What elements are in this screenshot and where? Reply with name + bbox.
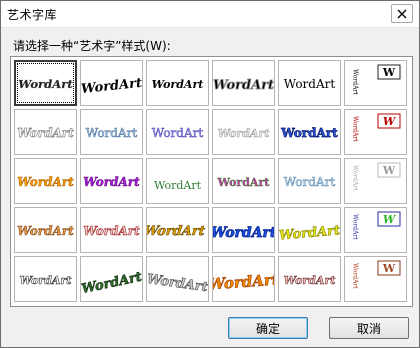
wordart-sample-text: WordArt bbox=[218, 127, 270, 140]
vertical-wordart-letter: W bbox=[383, 115, 397, 128]
wordart-style-6[interactable]: W WordArt bbox=[344, 60, 407, 106]
style-prompt-label: 请选择一种“艺术字”样式(W): bbox=[13, 39, 171, 53]
wordart-style-7[interactable]: WordArt bbox=[14, 109, 77, 155]
wordart-style-22[interactable]: WordArt bbox=[212, 207, 275, 253]
close-icon bbox=[397, 9, 407, 18]
wordart-sample-text: WordArt bbox=[147, 224, 206, 239]
wordart-style-2[interactable]: WordArt bbox=[80, 60, 143, 106]
wordart-style-15[interactable]: WordArt bbox=[146, 158, 209, 204]
wordart-sample-text: WordArt bbox=[352, 165, 359, 191]
wordart-sample-text: WordArt bbox=[352, 214, 359, 240]
window-title: 艺术字库 bbox=[7, 8, 58, 22]
vertical-wordart-letter: W bbox=[382, 164, 396, 177]
wordart-sample-text: WordArt bbox=[81, 270, 142, 297]
wordart-sample-text: WordArt bbox=[284, 77, 336, 91]
wordart-style-20[interactable]: WordArt bbox=[80, 207, 143, 253]
wordart-sample-text: WordArt bbox=[217, 176, 271, 189]
wordart-style-12[interactable]: W WordArt bbox=[344, 109, 407, 155]
wordart-sample-text: WordArt bbox=[83, 175, 140, 189]
wordart-style-14[interactable]: WordArt bbox=[80, 158, 143, 204]
wordart-sample-text: WordArt bbox=[213, 225, 274, 241]
wordart-style-24[interactable]: W WordArt bbox=[344, 207, 407, 253]
wordart-style-3[interactable]: WordArt bbox=[146, 60, 209, 106]
wordart-style-1[interactable]: WordArt bbox=[14, 60, 77, 106]
wordart-style-10[interactable]: WordArt bbox=[212, 109, 275, 155]
wordart-sample-text: WordArt bbox=[152, 78, 204, 91]
wordart-sample-text: WordArt bbox=[280, 126, 338, 140]
wordart-sample-text: WordArt bbox=[17, 224, 74, 238]
wordart-style-26[interactable]: WordArt bbox=[80, 256, 143, 302]
wordart-style-9[interactable]: WordArt bbox=[146, 109, 209, 155]
wordart-sample-text: WordArt bbox=[81, 76, 142, 97]
cancel-button[interactable]: 取消 bbox=[329, 317, 409, 339]
wordart-sample-text: WordArt bbox=[20, 274, 72, 287]
vertical-wordart-letter: W bbox=[383, 213, 397, 226]
wordart-sample-text: WordArt bbox=[279, 223, 340, 243]
wordart-sample-text: WordArt bbox=[352, 69, 359, 95]
wordart-sample-text: WordArt bbox=[152, 126, 204, 140]
title-bar[interactable]: 艺术字库 bbox=[1, 1, 419, 28]
wordart-style-gallery: WordArt WordArt WordArt WordArt WordArt … bbox=[10, 56, 413, 307]
wordart-sample-text: WordArt bbox=[352, 263, 359, 289]
wordart-style-23[interactable]: WordArt bbox=[278, 207, 341, 253]
wordart-style-13[interactable]: WordArt bbox=[14, 158, 77, 204]
wordart-style-29[interactable]: WordArt bbox=[278, 256, 341, 302]
wordart-style-16[interactable]: WordArt bbox=[212, 158, 275, 204]
wordart-sample-text: WordArt bbox=[352, 116, 359, 142]
wordart-sample-text: WordArt bbox=[284, 274, 336, 287]
wordart-style-8[interactable]: WordArt bbox=[80, 109, 143, 155]
wordart-style-25[interactable]: WordArt bbox=[14, 256, 77, 302]
wordart-style-17[interactable]: WordArt bbox=[278, 158, 341, 204]
wordart-sample-text: WordArt bbox=[17, 126, 74, 140]
wordart-sample-text: WordArt bbox=[18, 77, 73, 91]
wordart-style-5[interactable]: WordArt bbox=[278, 60, 341, 106]
wordart-style-27[interactable]: WordArt bbox=[146, 256, 209, 302]
wordart-style-21[interactable]: WordArt bbox=[146, 207, 209, 253]
wordart-style-28[interactable]: WordArt bbox=[212, 256, 275, 302]
wordart-gallery-dialog: 艺术字库 请选择一种“艺术字”样式(W): WordArt WordArt Wo… bbox=[0, 0, 420, 348]
wordart-sample-text: WordArt bbox=[154, 179, 202, 192]
wordart-style-4[interactable]: WordArt bbox=[212, 60, 275, 106]
wordart-sample-text: WordArt bbox=[284, 175, 336, 189]
close-button[interactable] bbox=[391, 4, 413, 23]
ok-button[interactable]: 确定 bbox=[228, 317, 308, 339]
wordart-sample-text: WordArt bbox=[83, 224, 140, 238]
wordart-sample-text: WordArt bbox=[17, 175, 74, 189]
wordart-style-19[interactable]: WordArt bbox=[14, 207, 77, 253]
vertical-wordart-letter: W bbox=[382, 262, 396, 275]
wordart-sample-text: WordArt bbox=[147, 272, 208, 295]
wordart-style-18[interactable]: W WordArt bbox=[344, 158, 407, 204]
wordart-sample-text: WordArt bbox=[86, 126, 138, 140]
wordart-sample-text: WordArt bbox=[213, 271, 274, 294]
wordart-style-11[interactable]: WordArt bbox=[278, 109, 341, 155]
vertical-wordart-letter: W bbox=[382, 66, 396, 79]
wordart-style-30[interactable]: W WordArt bbox=[344, 256, 407, 302]
wordart-sample-text: WordArt bbox=[213, 78, 274, 93]
